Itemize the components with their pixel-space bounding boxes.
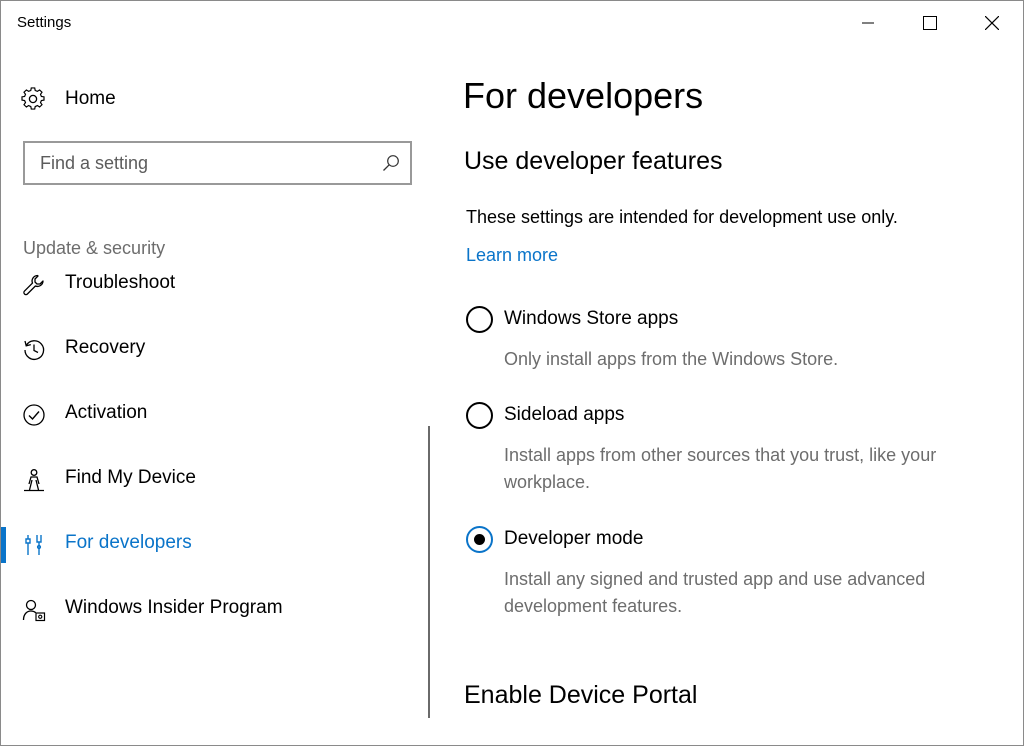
section-description: These settings are intended for developm… [466, 207, 898, 227]
radio-label: Sideload apps [504, 404, 625, 425]
developer-tools-icon [25, 535, 42, 555]
sidebar-scrollbar[interactable] [428, 426, 430, 718]
sidebar-item-label: Troubleshoot [65, 272, 176, 293]
window-title: Settings [17, 14, 72, 31]
sidebar-item-label: Activation [65, 402, 148, 423]
learn-more-link[interactable]: Learn more [466, 245, 558, 266]
title-bar: Settings [1, 1, 1023, 45]
insider-icon [22, 599, 46, 622]
nav-home-label: Home [65, 88, 116, 109]
radio-circle[interactable] [466, 526, 493, 553]
history-icon [24, 340, 45, 361]
nav-home[interactable]: Home [21, 85, 116, 113]
section-title: Use developer features [464, 147, 723, 175]
wrench-icon [23, 274, 44, 296]
sidebar-item-recovery[interactable]: Recovery [1, 322, 421, 378]
radio-circle[interactable] [466, 402, 493, 429]
sidebar-item-label: For developers [65, 532, 192, 553]
search-icon[interactable] [382, 154, 400, 172]
radio-description: Only install apps from the Windows Store… [504, 349, 839, 369]
device-portal-title: Enable Device Portal [464, 681, 698, 709]
radio-label: Developer mode [504, 528, 644, 549]
page-title: For developers [463, 75, 704, 116]
minimize-icon [862, 22, 874, 24]
maximize-button[interactable] [899, 1, 961, 45]
minimize-button[interactable] [837, 1, 899, 45]
gear-icon [21, 87, 45, 110]
sidebar-item-label: Windows Insider Program [65, 597, 283, 618]
sidebar-item-for-developers[interactable]: For developers [1, 517, 421, 573]
close-button[interactable] [961, 1, 1023, 45]
radio-description: Install apps from other sources that you… [504, 445, 937, 492]
settings-window: Settings Home Find a setting Update & se… [0, 0, 1024, 746]
sidebar-item-find-my-device[interactable]: Find My Device [1, 452, 421, 508]
person-location-icon [24, 469, 44, 492]
sidebar-item-troubleshoot[interactable]: Troubleshoot [1, 257, 421, 313]
sidebar-item-activation[interactable]: Activation [1, 387, 421, 443]
radio-label: Windows Store apps [504, 308, 679, 329]
search-box[interactable]: Find a setting [23, 141, 412, 185]
close-icon [985, 16, 999, 30]
sidebar-item-label: Recovery [65, 337, 146, 358]
radio-description: Install any signed and trusted app and u… [504, 569, 926, 616]
sidebar-item-label: Find My Device [65, 467, 196, 488]
active-indicator [1, 527, 6, 563]
search-placeholder: Find a setting [40, 153, 149, 173]
check-circle-icon [23, 404, 45, 426]
maximize-icon [923, 16, 937, 30]
radio-circle[interactable] [466, 306, 493, 333]
section-label: Update & security [23, 238, 166, 258]
radio-dot [474, 534, 485, 545]
sidebar-item-windows-insider-program[interactable]: Windows Insider Program [1, 582, 421, 638]
